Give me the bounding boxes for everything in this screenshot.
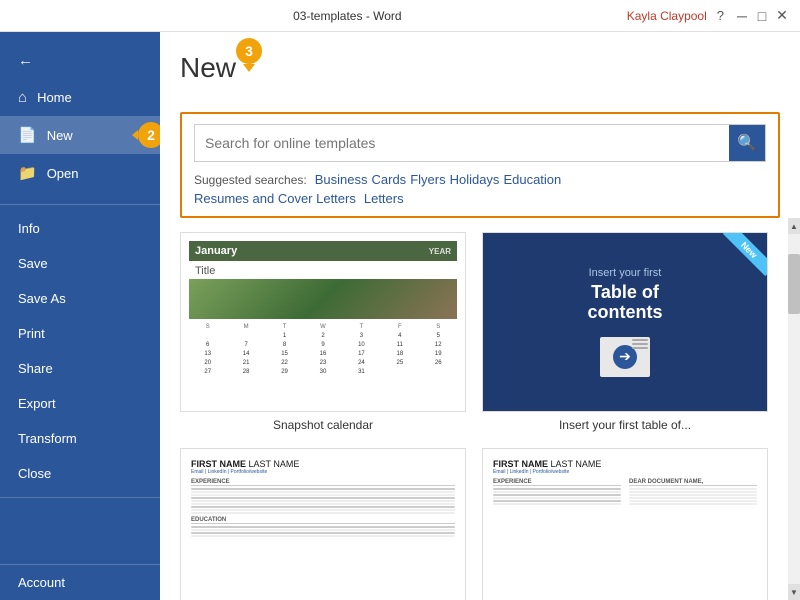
toc-doc-lines xyxy=(632,339,648,349)
back-icon: ← xyxy=(18,52,33,69)
templates-section: January YEAR Title SMTWTFS 12345 6789101… xyxy=(160,218,800,600)
content-header: New 3 🔍 Suggested searches: Business Car… xyxy=(160,32,800,218)
badge-3: 3 xyxy=(236,38,262,64)
toc-new-ribbon xyxy=(707,233,767,293)
template-thumb-toc: Insert your first Table of contents ➔ xyxy=(482,232,768,412)
scroll-thumb[interactable] xyxy=(788,254,800,314)
resume1-preview: FIRST NAME LAST NAME Email | LinkedIn | … xyxy=(181,449,465,600)
minimize-button[interactable]: ─ xyxy=(732,6,752,26)
toc-preview: Insert your first Table of contents ➔ xyxy=(483,233,767,411)
sidebar-item-info[interactable]: Info xyxy=(0,211,160,246)
sidebar-bottom: Account xyxy=(0,564,160,600)
sidebar-item-back[interactable]: ← xyxy=(0,42,160,79)
template-resume2[interactable]: FIRST NAME LAST NAME Email | LinkedIn | … xyxy=(482,448,768,600)
app-body: ← ⌂ Home 📄 New 2 📁 Open Info xyxy=(0,32,800,600)
scroll-track xyxy=(788,234,800,584)
sidebar: ← ⌂ Home 📄 New 2 📁 Open Info xyxy=(0,32,160,600)
sidebar-label-saveas: Save As xyxy=(18,291,66,306)
sidebar-item-export[interactable]: Export xyxy=(0,386,160,421)
sidebar-item-open[interactable]: 📁 Open xyxy=(0,154,160,192)
template-thumb-resume1: FIRST NAME LAST NAME Email | LinkedIn | … xyxy=(180,448,466,600)
suggested-row-2: Resumes and Cover Letters Letters xyxy=(194,191,766,206)
search-button[interactable]: 🔍 xyxy=(729,125,765,161)
suggested-link-letters[interactable]: Letters xyxy=(364,191,404,206)
template-toc[interactable]: Insert your first Table of contents ➔ xyxy=(482,232,768,432)
search-input[interactable] xyxy=(195,127,729,159)
suggested-link-business[interactable]: Business xyxy=(315,172,368,187)
toc-heading: Table of contents xyxy=(587,283,662,323)
resume2-preview: FIRST NAME LAST NAME Email | LinkedIn | … xyxy=(483,449,767,600)
sidebar-label-transform: Transform xyxy=(18,431,77,446)
sidebar-label-account: Account xyxy=(18,575,65,590)
sidebar-label-new: New xyxy=(47,128,73,143)
suggested-link-holidays[interactable]: Holidays xyxy=(450,172,500,187)
main-content: New 3 🔍 Suggested searches: Business Car… xyxy=(160,32,800,600)
sidebar-mid: Info Save Save As Print Share Export Tra… xyxy=(0,211,160,491)
calendar-preview: January YEAR Title SMTWTFS 12345 6789101… xyxy=(181,233,465,411)
sidebar-item-share[interactable]: Share xyxy=(0,351,160,386)
maximize-button[interactable]: □ xyxy=(752,6,772,26)
scrollbar: ▲ ▼ xyxy=(788,218,800,600)
sidebar-item-home[interactable]: ⌂ Home xyxy=(0,79,160,116)
sidebar-label-info: Info xyxy=(18,221,40,236)
open-icon: 📁 xyxy=(18,164,37,182)
sidebar-item-account[interactable]: Account xyxy=(0,565,160,600)
suggested-link-education[interactable]: Education xyxy=(503,172,561,187)
toc-icon: ➔ xyxy=(600,337,650,377)
sidebar-label-share: Share xyxy=(18,361,53,376)
close-button[interactable]: ✕ xyxy=(772,6,792,26)
sidebar-top: ← ⌂ Home 📄 New 2 📁 Open xyxy=(0,32,160,198)
sidebar-item-save[interactable]: Save xyxy=(0,246,160,281)
suggested-link-cards[interactable]: Cards xyxy=(372,172,407,187)
template-label-toc: Insert your first table of... xyxy=(482,418,768,432)
template-thumb-resume2: FIRST NAME LAST NAME Email | LinkedIn | … xyxy=(482,448,768,600)
sidebar-item-new[interactable]: 📄 New 2 xyxy=(0,116,160,154)
sidebar-label-open: Open xyxy=(47,166,79,181)
sidebar-label-print: Print xyxy=(18,326,45,341)
new-icon: 📄 xyxy=(18,126,37,144)
badge-2: 2 xyxy=(138,122,160,148)
page-title: New xyxy=(180,52,236,84)
template-resume1[interactable]: FIRST NAME LAST NAME Email | LinkedIn | … xyxy=(180,448,466,600)
template-label-calendar: Snapshot calendar xyxy=(180,418,466,432)
sidebar-label-home: Home xyxy=(37,90,72,105)
suggested-row-1: Suggested searches: Business Cards Flyer… xyxy=(194,172,766,187)
sidebar-item-print[interactable]: Print xyxy=(0,316,160,351)
home-icon: ⌂ xyxy=(18,89,27,106)
sidebar-label-save: Save xyxy=(18,256,48,271)
help-icon[interactable]: ? xyxy=(717,8,724,23)
sidebar-item-saveas[interactable]: Save As xyxy=(0,281,160,316)
scroll-down-arrow[interactable]: ▼ xyxy=(788,584,800,600)
sidebar-label-export: Export xyxy=(18,396,56,411)
sidebar-divider-2 xyxy=(0,497,160,498)
window-title: 03-templates - Word xyxy=(68,9,627,23)
suggested-link-flyers[interactable]: Flyers xyxy=(410,172,445,187)
sidebar-label-close: Close xyxy=(18,466,51,481)
search-container: 🔍 Suggested searches: Business Cards Fly… xyxy=(180,112,780,218)
template-snapshot-calendar[interactable]: January YEAR Title SMTWTFS 12345 6789101… xyxy=(180,232,466,432)
suggested-link-resumes[interactable]: Resumes and Cover Letters xyxy=(194,191,356,206)
search-box: 🔍 xyxy=(194,124,766,162)
sidebar-item-close[interactable]: Close xyxy=(0,456,160,491)
suggested-label: Suggested searches: xyxy=(194,173,307,187)
user-name: Kayla Claypool xyxy=(627,9,707,23)
toc-insert-text: Insert your first xyxy=(589,267,662,279)
sidebar-divider-1 xyxy=(0,204,160,205)
templates-grid: January YEAR Title SMTWTFS 12345 6789101… xyxy=(160,218,788,600)
template-thumb-calendar: January YEAR Title SMTWTFS 12345 6789101… xyxy=(180,232,466,412)
sidebar-item-transform[interactable]: Transform xyxy=(0,421,160,456)
scroll-up-arrow[interactable]: ▲ xyxy=(788,218,800,234)
titlebar: 03-templates - Word Kayla Claypool ? ─ □… xyxy=(0,0,800,32)
